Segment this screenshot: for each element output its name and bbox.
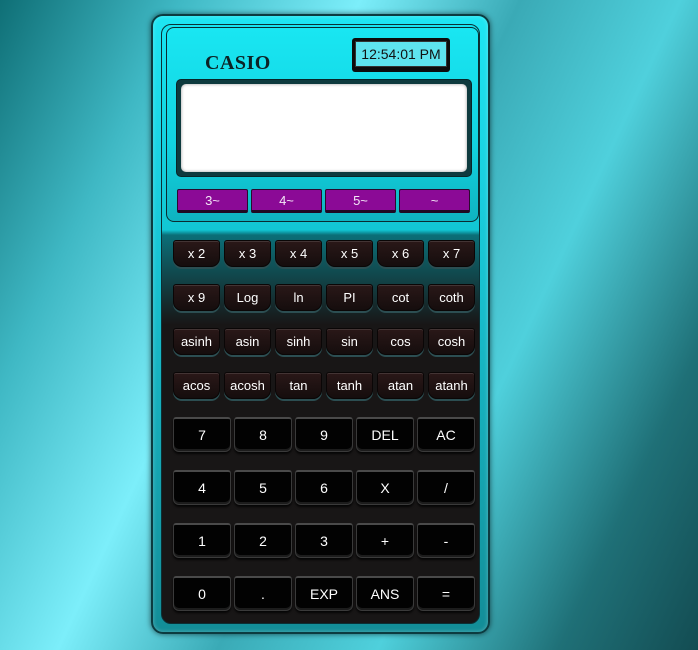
acosh-button[interactable]: acosh [224,372,271,399]
mode-buttons: 3~ 4~ 5~ ~ [177,189,470,213]
cot-button[interactable]: cot [377,284,424,311]
log-button[interactable]: Log [224,284,271,311]
sinh-button[interactable]: sinh [275,328,322,355]
cos-button[interactable]: cos [377,328,424,355]
asinh-button[interactable]: asinh [173,328,220,355]
screen-frame [176,79,472,177]
digit-0-button[interactable]: 0 [173,576,231,611]
calculator-screen [181,84,467,172]
multiply-button[interactable]: X [356,470,414,505]
mode-button-blank[interactable]: ~ [399,189,470,213]
mode-button-4[interactable]: 4~ [251,189,322,213]
exp-button[interactable]: EXP [295,576,353,611]
cosh-button[interactable]: cosh [428,328,475,355]
delete-button[interactable]: DEL [356,417,414,452]
brand-logo: CASIO [205,52,271,74]
add-button[interactable]: + [356,523,414,558]
x-pow7-button[interactable]: x 7 [428,240,475,267]
display-section: CASIO 12:54:01 PM 3~ 4~ 5~ ~ [166,27,479,222]
digit-2-button[interactable]: 2 [234,523,292,558]
digit-8-button[interactable]: 8 [234,417,292,452]
digit-4-button[interactable]: 4 [173,470,231,505]
digit-7-button[interactable]: 7 [173,417,231,452]
x-pow5-button[interactable]: x 5 [326,240,373,267]
calculator-body: CASIO 12:54:01 PM 3~ 4~ 5~ ~ x 2 x 3 x 4… [151,14,490,634]
atanh-button[interactable]: atanh [428,372,475,399]
clock-time: 12:54:01 PM [355,41,447,67]
asin-button[interactable]: asin [224,328,271,355]
clock-display: 12:54:01 PM [352,38,450,72]
answer-button[interactable]: ANS [356,576,414,611]
mode-button-3[interactable]: 3~ [177,189,248,213]
digit-5-button[interactable]: 5 [234,470,292,505]
subtract-button[interactable]: - [417,523,475,558]
coth-button[interactable]: coth [428,284,475,311]
equals-button[interactable]: = [417,576,475,611]
calculator-faceplate: CASIO 12:54:01 PM 3~ 4~ 5~ ~ x 2 x 3 x 4… [161,24,480,624]
mode-button-5[interactable]: 5~ [325,189,396,213]
acos-button[interactable]: acos [173,372,220,399]
tanh-button[interactable]: tanh [326,372,373,399]
x-pow6-button[interactable]: x 6 [377,240,424,267]
all-clear-button[interactable]: AC [417,417,475,452]
tan-button[interactable]: tan [275,372,322,399]
number-keypad: 7 8 9 DEL AC 4 5 6 X / 1 2 3 + - 0 . EXP… [173,417,475,611]
digit-9-button[interactable]: 9 [295,417,353,452]
x-pow9-button[interactable]: x 9 [173,284,220,311]
digit-3-button[interactable]: 3 [295,523,353,558]
x-cubed-button[interactable]: x 3 [224,240,271,267]
x-squared-button[interactable]: x 2 [173,240,220,267]
function-keys: x 2 x 3 x 4 x 5 x 6 x 7 x 9 Log ln PI co… [173,240,475,399]
digit-6-button[interactable]: 6 [295,470,353,505]
pi-button[interactable]: PI [326,284,373,311]
divide-button[interactable]: / [417,470,475,505]
x-pow4-button[interactable]: x 4 [275,240,322,267]
atan-button[interactable]: atan [377,372,424,399]
sin-button[interactable]: sin [326,328,373,355]
digit-1-button[interactable]: 1 [173,523,231,558]
decimal-point-button[interactable]: . [234,576,292,611]
ln-button[interactable]: ln [275,284,322,311]
